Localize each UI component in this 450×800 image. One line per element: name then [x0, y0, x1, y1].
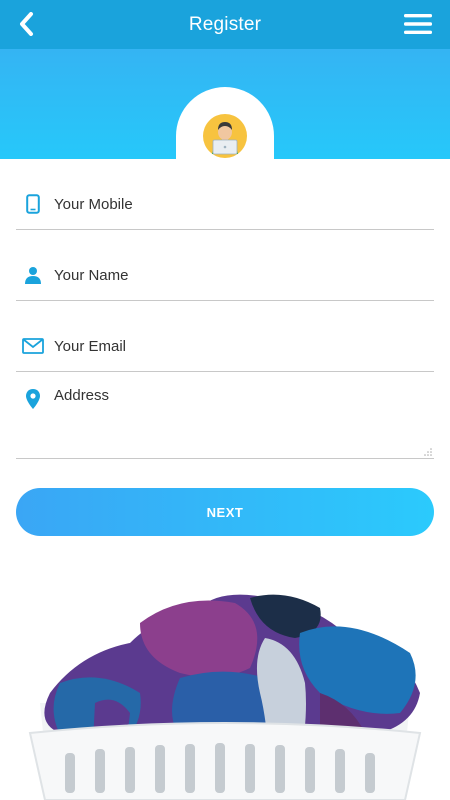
mobile-field[interactable]: Your Mobile	[16, 159, 434, 230]
page-title: Register	[188, 13, 262, 35]
phone-icon	[22, 193, 44, 215]
address-placeholder: Address	[54, 387, 110, 404]
user-avatar-icon	[203, 114, 247, 158]
chevron-left-icon	[20, 12, 33, 36]
email-field[interactable]: Your Email	[16, 301, 434, 372]
name-placeholder: Your Name	[54, 267, 129, 284]
register-form: Your Mobile Your Name Your Email Address	[16, 159, 434, 459]
menu-button[interactable]	[404, 12, 432, 36]
email-placeholder: Your Email	[54, 338, 126, 355]
laundry-basket-image	[28, 594, 422, 800]
resize-handle-icon[interactable]	[423, 447, 432, 456]
next-button[interactable]: NEXT	[16, 488, 434, 536]
person-icon	[22, 264, 44, 286]
hamburger-menu-icon	[404, 14, 432, 34]
location-pin-icon	[22, 388, 44, 410]
address-field[interactable]: Address	[16, 372, 434, 459]
back-button[interactable]	[12, 10, 40, 38]
app-bar: Register	[0, 0, 450, 49]
name-field[interactable]: Your Name	[16, 230, 434, 301]
mobile-placeholder: Your Mobile	[54, 196, 133, 213]
mail-icon	[22, 335, 44, 357]
